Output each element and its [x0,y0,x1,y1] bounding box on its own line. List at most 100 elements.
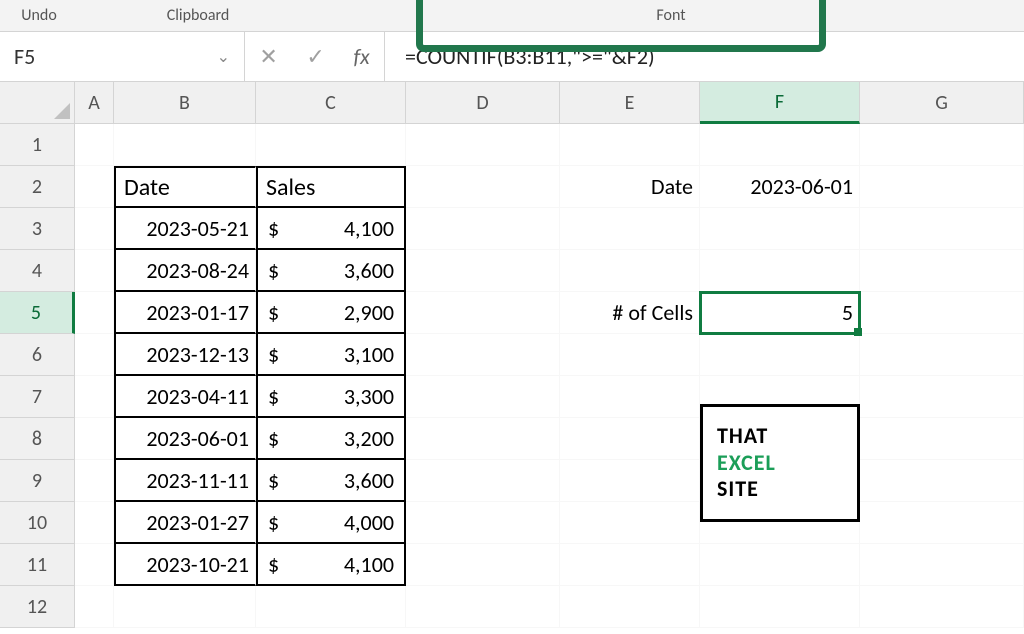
cell-c9[interactable]: $3,600 [256,460,406,502]
row-header-1[interactable]: 1 [0,124,75,166]
cell-b11[interactable]: 2023-10-21 [114,544,256,586]
cell-g9[interactable] [860,460,1024,502]
cell-c12[interactable] [256,586,406,628]
select-all-corner[interactable] [0,82,75,124]
cell-d2[interactable] [406,166,560,208]
cell-g10[interactable] [860,502,1024,544]
cell-f6[interactable] [700,334,860,376]
cell-e5[interactable]: # of Cells [560,292,700,334]
cell-f5[interactable]: 5 [700,292,860,334]
cell-e1[interactable] [560,124,700,166]
cell-e2[interactable]: Date [560,166,700,208]
spreadsheet-grid[interactable]: A B C D E F G 1 2 Date Sales Date 2023-0… [0,82,1024,628]
cell-g5[interactable] [860,292,1024,334]
row-header-9[interactable]: 9 [0,460,75,502]
cell-a7[interactable] [75,376,114,418]
cell-c6[interactable]: $3,100 [256,334,406,376]
row-header-3[interactable]: 3 [0,208,75,250]
cell-a5[interactable] [75,292,114,334]
fx-icon[interactable]: fx [353,43,369,70]
cell-d6[interactable] [406,334,560,376]
col-header-b[interactable]: B [114,82,256,124]
cell-e11[interactable] [560,544,700,586]
cell-f11[interactable] [700,544,860,586]
cell-a4[interactable] [75,250,114,292]
formula-bar[interactable]: =COUNTIF(B3:B11,">="&F2) [385,32,1024,81]
row-header-8[interactable]: 8 [0,418,75,460]
cell-b5[interactable]: 2023-01-17 [114,292,256,334]
cell-b8[interactable]: 2023-06-01 [114,418,256,460]
cell-c8[interactable]: $3,200 [256,418,406,460]
cell-a6[interactable] [75,334,114,376]
cell-f3[interactable] [700,208,860,250]
cell-e3[interactable] [560,208,700,250]
cell-g1[interactable] [860,124,1024,166]
cell-b12[interactable] [114,586,256,628]
cell-e8[interactable] [560,418,700,460]
row-header-5[interactable]: 5 [0,292,75,334]
cell-b2[interactable]: Date [114,166,256,208]
cell-a12[interactable] [75,586,114,628]
cell-a9[interactable] [75,460,114,502]
cell-e7[interactable] [560,376,700,418]
cell-d1[interactable] [406,124,560,166]
cell-g4[interactable] [860,250,1024,292]
row-header-10[interactable]: 10 [0,502,75,544]
cell-g3[interactable] [860,208,1024,250]
cell-g8[interactable] [860,418,1024,460]
cell-f4[interactable] [700,250,860,292]
cell-d11[interactable] [406,544,560,586]
row-header-6[interactable]: 6 [0,334,75,376]
cell-g7[interactable] [860,376,1024,418]
row-header-11[interactable]: 11 [0,544,75,586]
cell-g12[interactable] [860,586,1024,628]
col-header-c[interactable]: C [256,82,406,124]
cell-d7[interactable] [406,376,560,418]
cell-c4[interactable]: $3,600 [256,250,406,292]
cell-g6[interactable] [860,334,1024,376]
cell-a8[interactable] [75,418,114,460]
cell-a2[interactable] [75,166,114,208]
chevron-down-icon[interactable]: ⌄ [217,47,230,67]
cell-f1[interactable] [700,124,860,166]
cell-a3[interactable] [75,208,114,250]
cell-a10[interactable] [75,502,114,544]
cell-d9[interactable] [406,460,560,502]
cell-c2[interactable]: Sales [256,166,406,208]
cell-a1[interactable] [75,124,114,166]
cell-e4[interactable] [560,250,700,292]
cell-e9[interactable] [560,460,700,502]
col-header-a[interactable]: A [75,82,114,124]
cell-c3[interactable]: $4,100 [256,208,406,250]
col-header-e[interactable]: E [560,82,700,124]
cell-b7[interactable]: 2023-04-11 [114,376,256,418]
name-box[interactable]: F5 ⌄ [0,32,245,81]
cell-d4[interactable] [406,250,560,292]
cell-b4[interactable]: 2023-08-24 [114,250,256,292]
cell-b6[interactable]: 2023-12-13 [114,334,256,376]
cell-b3[interactable]: 2023-05-21 [114,208,256,250]
cell-d12[interactable] [406,586,560,628]
cell-b10[interactable]: 2023-01-27 [114,502,256,544]
cell-c1[interactable] [256,124,406,166]
cell-d3[interactable] [406,208,560,250]
cell-f2[interactable]: 2023-06-01 [700,166,860,208]
cell-e12[interactable] [560,586,700,628]
cell-g2[interactable] [860,166,1024,208]
cell-a11[interactable] [75,544,114,586]
cell-c7[interactable]: $3,300 [256,376,406,418]
col-header-d[interactable]: D [406,82,560,124]
cell-e6[interactable] [560,334,700,376]
col-header-g[interactable]: G [860,82,1024,124]
row-header-7[interactable]: 7 [0,376,75,418]
cell-e10[interactable] [560,502,700,544]
cell-b9[interactable]: 2023-11-11 [114,460,256,502]
cell-d10[interactable] [406,502,560,544]
cell-c11[interactable]: $4,100 [256,544,406,586]
cell-d5[interactable] [406,292,560,334]
col-header-f[interactable]: F [700,82,860,124]
confirm-icon[interactable]: ✓ [306,43,324,70]
cell-d8[interactable] [406,418,560,460]
cell-b1[interactable] [114,124,256,166]
cell-g11[interactable] [860,544,1024,586]
